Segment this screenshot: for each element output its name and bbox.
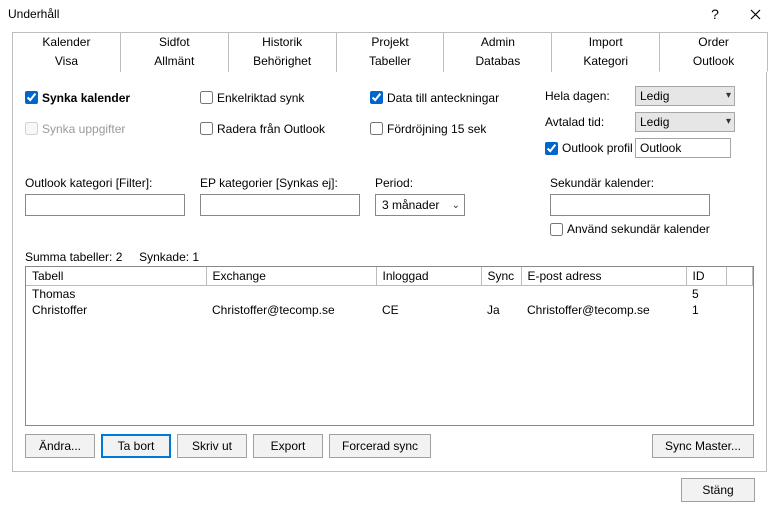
whole-day-combo[interactable]: Ledig ▾ xyxy=(635,86,735,106)
calendar-table[interactable]: Tabell Exchange Inloggad Sync E-post adr… xyxy=(25,266,754,426)
tab-row-top: Kalender Sidfot Historik Projekt Admin I… xyxy=(12,32,767,52)
cell-tabell: Christoffer xyxy=(26,302,206,318)
agreed-time-value: Ledig xyxy=(640,115,669,129)
cell-epost xyxy=(521,286,686,303)
outlook-category-label: Outlook kategori [Filter]: xyxy=(25,176,200,190)
tab-sidfot[interactable]: Sidfot xyxy=(120,32,229,52)
export-button[interactable]: Export xyxy=(253,434,323,458)
print-button[interactable]: Skriv ut xyxy=(177,434,247,458)
period-label: Period: xyxy=(375,176,550,190)
help-button[interactable]: ? xyxy=(695,0,735,28)
cell-tabell: Thomas xyxy=(26,286,206,303)
tab-visa[interactable]: Visa xyxy=(12,52,121,72)
data-to-notes-label: Data till anteckningar xyxy=(387,91,499,105)
close-icon xyxy=(750,9,761,20)
outlook-profile-input[interactable]: Outlook xyxy=(635,138,731,158)
chevron-down-icon: ▾ xyxy=(726,90,731,101)
window-title: Underhåll xyxy=(8,7,695,21)
table-header-row: Tabell Exchange Inloggad Sync E-post adr… xyxy=(26,267,753,286)
agreed-time-label: Avtalad tid: xyxy=(545,115,635,129)
tab-tabeller[interactable]: Tabeller xyxy=(336,52,445,72)
delay-label: Fördröjning 15 sek xyxy=(387,122,486,136)
force-sync-button[interactable]: Forcerad sync xyxy=(329,434,431,458)
use-secondary-checkbox[interactable] xyxy=(550,223,563,236)
tab-kalender[interactable]: Kalender xyxy=(12,32,121,52)
sync-calendar-checkbox[interactable] xyxy=(25,91,38,104)
secondary-calendar-label: Sekundär kalender: xyxy=(550,176,754,190)
tab-row-bottom: Visa Allmänt Behörighet Tabeller Databas… xyxy=(12,52,767,72)
col-exchange[interactable]: Exchange xyxy=(206,267,376,286)
outlook-category-input[interactable] xyxy=(25,194,185,216)
tab-kategori[interactable]: Kategori xyxy=(551,52,660,72)
use-secondary-label: Använd sekundär kalender xyxy=(567,222,710,236)
tab-behorighet[interactable]: Behörighet xyxy=(228,52,337,72)
secondary-calendar-input[interactable] xyxy=(550,194,710,216)
whole-day-value: Ledig xyxy=(640,89,669,103)
table-row[interactable]: Christoffer Christoffer@tecomp.se CE Ja … xyxy=(26,302,753,318)
tab-import[interactable]: Import xyxy=(551,32,660,52)
col-sync[interactable]: Sync xyxy=(481,267,521,286)
delete-from-outlook-checkbox[interactable] xyxy=(200,122,213,135)
col-epost[interactable]: E-post adress xyxy=(521,267,686,286)
col-tabell[interactable]: Tabell xyxy=(26,267,206,286)
cell-epost: Christoffer@tecomp.se xyxy=(521,302,686,318)
tab-allmant[interactable]: Allmänt xyxy=(120,52,229,72)
table-row[interactable]: Thomas 5 xyxy=(26,286,753,303)
agreed-time-combo[interactable]: Ledig ▾ xyxy=(635,112,735,132)
cell-id: 1 xyxy=(686,302,726,318)
one-way-sync-label: Enkelriktad synk xyxy=(217,91,304,105)
delay-checkbox[interactable] xyxy=(370,122,383,135)
edit-button[interactable]: Ändra... xyxy=(25,434,95,458)
tab-admin[interactable]: Admin xyxy=(443,32,552,52)
close-button[interactable]: Stäng xyxy=(681,478,755,502)
ep-categories-label: EP kategorier [Synkas ej]: xyxy=(200,176,375,190)
chevron-down-icon: ▾ xyxy=(726,116,731,127)
tab-historik[interactable]: Historik xyxy=(228,32,337,52)
period-value: 3 månader xyxy=(382,198,439,212)
sync-tasks-label: Synka uppgifter xyxy=(42,122,125,136)
cell-exchange xyxy=(206,286,376,303)
ep-categories-input[interactable] xyxy=(200,194,360,216)
tab-databas[interactable]: Databas xyxy=(443,52,552,72)
one-way-sync-checkbox[interactable] xyxy=(200,91,213,104)
chevron-down-icon: ⌄ xyxy=(452,200,460,211)
delete-button[interactable]: Ta bort xyxy=(101,434,171,458)
data-to-notes-checkbox[interactable] xyxy=(370,91,383,104)
outlook-profile-checkbox[interactable] xyxy=(545,142,558,155)
sync-tasks-checkbox xyxy=(25,122,38,135)
tab-projekt[interactable]: Projekt xyxy=(336,32,445,52)
period-combo[interactable]: 3 månader ⌄ xyxy=(375,194,465,216)
cell-id: 5 xyxy=(686,286,726,303)
tab-panel-outlook: Synka kalender Enkelriktad synk Data til… xyxy=(12,72,767,472)
cell-sync xyxy=(481,286,521,303)
tab-outlook[interactable]: Outlook xyxy=(659,52,768,72)
outlook-profile-label: Outlook profil xyxy=(562,141,633,155)
tab-order[interactable]: Order xyxy=(659,32,768,52)
cell-sync: Ja xyxy=(481,302,521,318)
col-spacer xyxy=(726,267,753,286)
sync-calendar-label: Synka kalender xyxy=(42,91,130,105)
cell-exchange: Christoffer@tecomp.se xyxy=(206,302,376,318)
outlook-profile-value: Outlook xyxy=(640,141,681,155)
whole-day-label: Hela dagen: xyxy=(545,89,635,103)
close-window-button[interactable] xyxy=(735,0,775,28)
sync-master-button[interactable]: Sync Master... xyxy=(652,434,754,458)
col-id[interactable]: ID xyxy=(686,267,726,286)
cell-inloggad: CE xyxy=(376,302,481,318)
status-sum: Summa tabeller: 2 xyxy=(25,250,122,264)
cell-inloggad xyxy=(376,286,481,303)
status-synced: Synkade: 1 xyxy=(139,250,199,264)
col-inloggad[interactable]: Inloggad xyxy=(376,267,481,286)
delete-from-outlook-label: Radera från Outlook xyxy=(217,122,325,136)
